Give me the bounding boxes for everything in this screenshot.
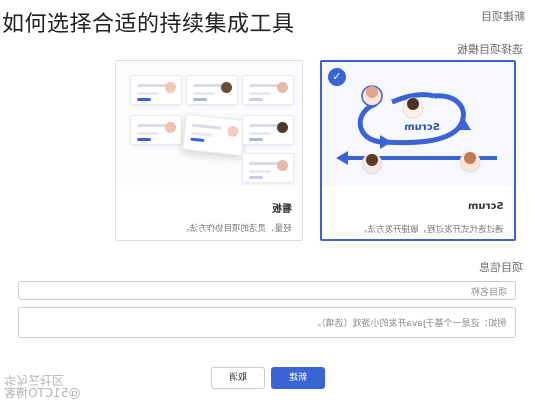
kanban-mini-card — [242, 153, 294, 183]
cancel-button[interactable]: 取消 — [211, 367, 265, 389]
project-description-input[interactable]: 例如：这是一个基于Java开发的小游戏（选填）。 — [18, 307, 516, 338]
project-description-placeholder: 例如：这是一个基于Java开发的小游戏（选填）。 — [312, 319, 507, 329]
template-card-scrum[interactable]: Scrum ✓ Scrum 通过迭代式开发过程，敏捷开发方法。 — [320, 60, 516, 241]
kanban-dragged-card — [182, 113, 246, 157]
project-name-input[interactable]: 项目名称 — [18, 281, 516, 300]
loop-arrow-icon — [380, 135, 392, 149]
kanban-mini-card — [130, 75, 182, 105]
article-title: 如何选择合适的持续集成工具 — [2, 12, 295, 37]
dialog-heading: 新建项目 — [481, 10, 525, 23]
selected-check-icon: ✓ — [328, 68, 346, 86]
template-card-kanban[interactable]: 看板 轻量、灵活的项目协作方法。 — [115, 60, 303, 241]
create-button-label: 新建 — [288, 373, 307, 383]
template-name: Scrum — [468, 201, 504, 212]
arrow-head-icon — [336, 151, 348, 165]
scrum-diagram-label: Scrum — [404, 122, 440, 133]
kanban-preview — [116, 61, 302, 185]
kanban-mini-card — [186, 75, 238, 105]
cancel-button-label: 取消 — [228, 373, 247, 383]
template-name: 看板 — [272, 204, 292, 215]
scrum-preview: Scrum — [322, 62, 514, 186]
kanban-mini-card — [130, 115, 182, 145]
kanban-mini-card — [242, 75, 294, 105]
watermark-line2: @51CTO博客 — [4, 386, 81, 400]
template-description: 轻量、灵活的项目协作方法。 — [181, 224, 292, 234]
project-name-placeholder: 项目名称 — [470, 288, 507, 298]
kanban-mini-card — [242, 115, 294, 145]
scrum-cycle-diagram: Scrum — [336, 85, 497, 175]
template-section-label: 选择项目模板 — [457, 43, 523, 56]
template-description: 通过迭代式开发过程，敏捷开发方法。 — [359, 225, 504, 235]
info-section-label: 项目信息 — [479, 261, 523, 274]
create-button[interactable]: 新建 — [271, 367, 325, 389]
